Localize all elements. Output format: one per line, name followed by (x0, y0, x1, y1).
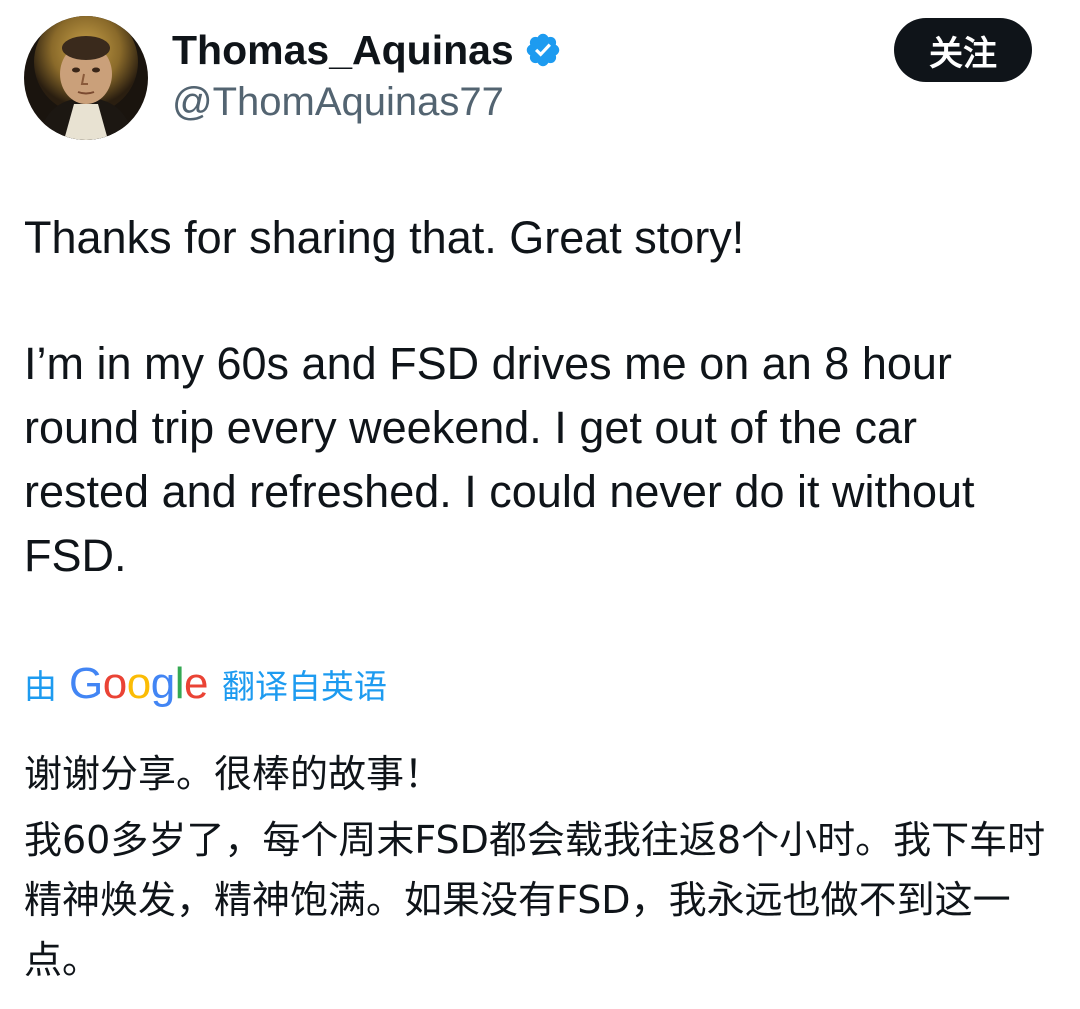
translated-body: 谢谢分享。很棒的故事！ 我60多岁了，每个周末FSD都会载我往返8个小时。我下车… (24, 744, 1054, 990)
verified-badge-icon (524, 31, 562, 69)
tweet-page: Thomas_Aquinas @ThomAquinas77 关注 Thanks … (0, 0, 1080, 1009)
author-avatar[interactable] (24, 16, 148, 140)
tweet-paragraph: I’m in my 60s and FSD drives me on an 8 … (24, 338, 975, 581)
author-handle[interactable]: @ThomAquinas77 (172, 78, 504, 126)
portrait-avatar-icon (24, 16, 148, 140)
translation-prefix: 由 (24, 667, 57, 706)
translated-paragraph: 我60多岁了，每个周末FSD都会载我往返8个小时。我下车时精神焕发，精神饱满。如… (24, 818, 1046, 982)
google-logo-icon: Google (69, 659, 208, 708)
translation-attribution-link[interactable]: 由 Google 翻译自英语 (24, 656, 387, 712)
tweet-body: Thanks for sharing that. Great story! I’… (24, 206, 1054, 588)
author-name-row: Thomas_Aquinas (172, 24, 562, 76)
tweet-paragraph: Thanks for sharing that. Great story! (24, 212, 745, 263)
author-display-name[interactable]: Thomas_Aquinas (172, 24, 514, 76)
translation-suffix: 翻译自英语 (221, 667, 387, 706)
follow-button[interactable]: 关注 (894, 18, 1032, 82)
translated-paragraph: 谢谢分享。很棒的故事！ (24, 752, 443, 796)
